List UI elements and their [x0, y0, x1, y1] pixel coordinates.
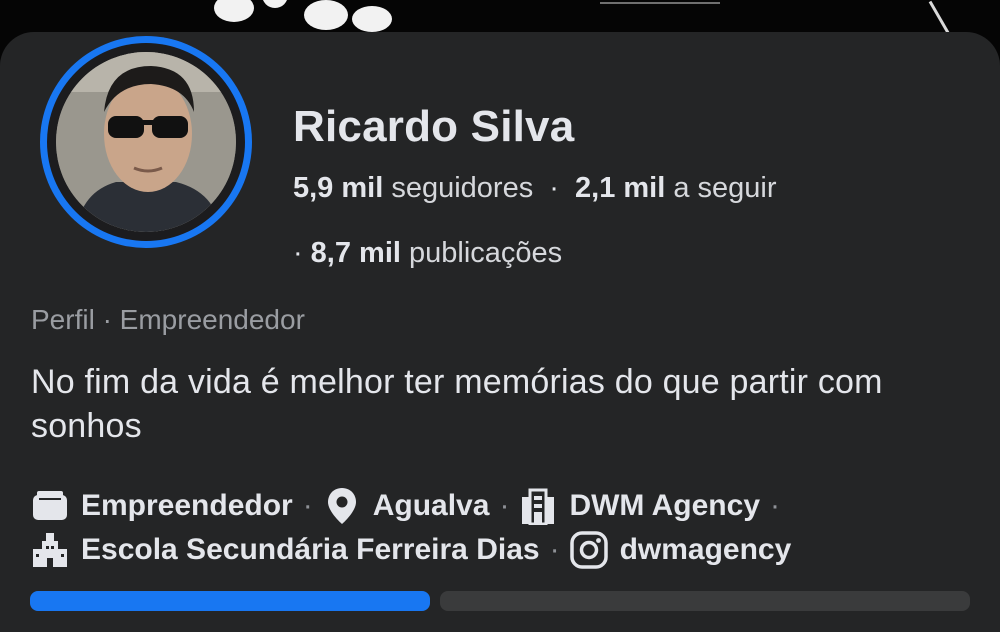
following-label: a seguir — [673, 172, 777, 204]
posts-count: 8,7 mil — [310, 237, 401, 269]
school-icon — [31, 531, 69, 569]
details-separator: · — [499, 489, 510, 522]
followers-count: 5,9 mil — [293, 172, 384, 204]
profile-bio: No fim da vida é melhor ter memórias do … — [31, 363, 883, 445]
occupation-text[interactable]: Empreendedor — [81, 489, 293, 523]
profile-details: Empreendedor · Agualva · DWM Agency · Es… — [31, 484, 981, 572]
location-pin-icon — [323, 487, 361, 525]
cover-shape — [214, 0, 254, 22]
cover-shape — [304, 0, 348, 30]
details-row: Empreendedor · Agualva · DWM Agency · — [31, 484, 981, 528]
details-row: Escola Secundária Ferreira Dias · dwmage… — [31, 528, 981, 572]
workplace-text[interactable]: DWM Agency — [569, 489, 760, 523]
details-separator: · — [549, 533, 560, 566]
follow-stats: 5,9 mil seguidores · 2,1 mil a seguir — [293, 172, 777, 205]
profile-card: Ricardo Silva 5,9 mil seguidores · 2,1 m… — [0, 32, 1000, 632]
cover-shape — [262, 0, 288, 8]
education-text[interactable]: Escola Secundária Ferreira Dias — [81, 533, 540, 567]
details-separator: · — [302, 489, 313, 522]
followers-link[interactable]: 5,9 mil seguidores — [293, 172, 533, 204]
cover-shape — [352, 6, 392, 32]
briefcase-icon — [31, 487, 69, 525]
building-icon — [519, 487, 557, 525]
followers-label: seguidores — [391, 172, 534, 204]
avatar-photo — [56, 52, 236, 232]
following-count: 2,1 mil — [575, 172, 666, 204]
following-link[interactable]: 2,1 mil a seguir — [575, 172, 777, 204]
cover-line — [600, 2, 720, 4]
stats-separator: · — [293, 237, 303, 269]
profile-name: Ricardo Silva — [293, 102, 575, 151]
stats-separator: · — [549, 172, 559, 204]
posts-stats: · 8,7 mil publicações — [293, 237, 562, 270]
posts-label: publicações — [409, 237, 563, 269]
profile-avatar[interactable] — [40, 36, 252, 248]
profile-category: Perfil · Empreendedor — [31, 304, 305, 335]
instagram-icon — [569, 531, 608, 569]
details-separator: · — [770, 489, 780, 522]
location-text[interactable]: Agualva — [373, 489, 490, 523]
instagram-text[interactable]: dwmagency — [620, 533, 792, 567]
secondary-action-button[interactable] — [440, 591, 970, 611]
avatar-image — [56, 52, 236, 232]
posts-link[interactable]: 8,7 mil publicações — [311, 237, 563, 269]
primary-action-button[interactable] — [30, 591, 430, 611]
